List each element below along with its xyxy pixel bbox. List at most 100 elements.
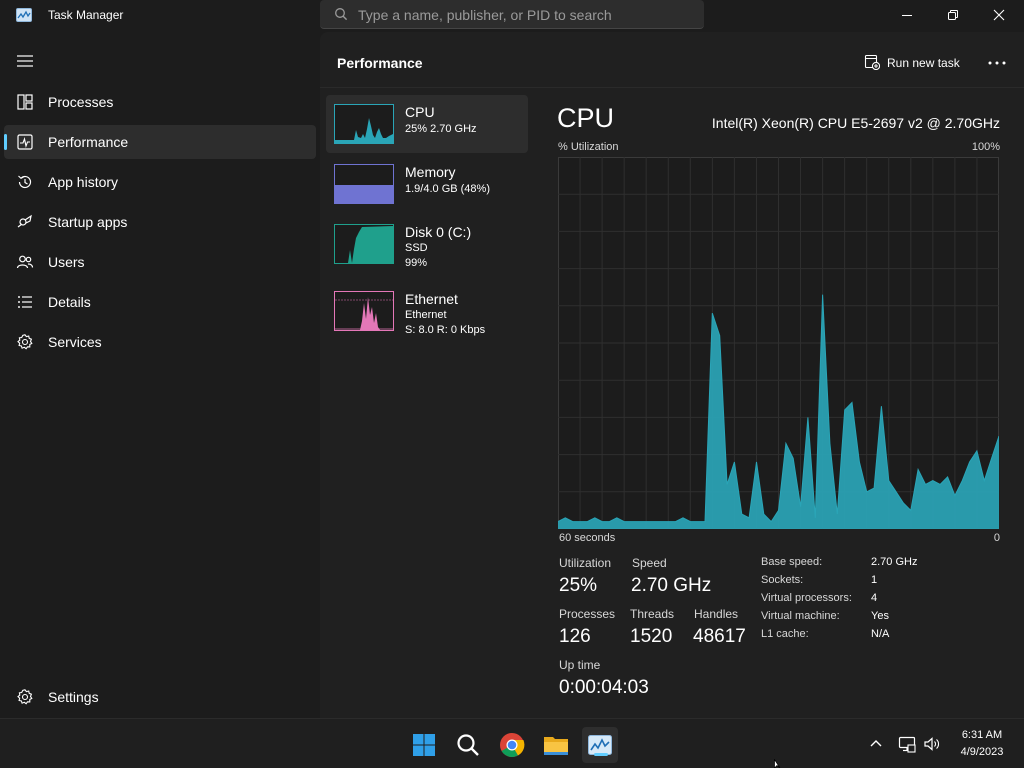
spec-value: 2.70 GHz: [871, 556, 918, 568]
sidebar-item-label: Settings: [48, 689, 99, 705]
performance-icon: [17, 134, 33, 150]
task-manager-taskbar-button[interactable]: [582, 727, 618, 763]
uptime-value: 0:00:04:03: [559, 677, 649, 698]
perf-item-detail: 25% 2.70 GHz: [405, 123, 477, 135]
perf-item-name: Ethernet: [405, 291, 458, 307]
disk-thumbnail-graph: [334, 224, 394, 264]
users-icon: [16, 255, 34, 269]
memory-thumbnail-graph: [334, 164, 394, 204]
perf-item-disk[interactable]: Disk 0 (C:) SSD 99%: [326, 215, 528, 273]
startup-apps-icon: [17, 214, 32, 228]
run-task-label: Run new task: [887, 56, 960, 70]
services-icon: [17, 334, 33, 350]
sidebar-item-label: Startup apps: [48, 214, 128, 230]
chevron-up-icon[interactable]: [867, 735, 885, 753]
search-icon: [335, 8, 348, 21]
restore-icon: [948, 10, 958, 20]
clock-date[interactable]: 4/9/2023: [953, 746, 1011, 758]
perf-item-name: Memory: [405, 164, 456, 180]
page-title: Performance: [337, 55, 423, 71]
details-icon: [18, 296, 32, 308]
chrome-button[interactable]: [494, 727, 530, 763]
ethernet-thumbnail-graph: [334, 291, 394, 331]
cpu-utilization-graph: [558, 157, 999, 529]
run-new-task-button[interactable]: Run new task: [860, 50, 964, 76]
main-content: CPU 25% 2.70 GHz Memory 1.9/4.0 GB (48%)…: [320, 88, 1024, 718]
y-axis-max-label: 100%: [971, 141, 1000, 153]
minimize-icon: [902, 15, 912, 16]
handles-value: 48617: [693, 626, 746, 647]
search-input[interactable]: [358, 4, 688, 25]
clock-time[interactable]: 6:31 AM: [960, 729, 1004, 741]
search-icon: [457, 734, 479, 756]
file-explorer-button[interactable]: [538, 727, 574, 763]
task-manager-icon: [588, 735, 612, 755]
task-manager-app-icon: [16, 8, 32, 22]
speed-label: Speed: [632, 556, 667, 570]
perf-item-memory[interactable]: Memory 1.9/4.0 GB (48%): [326, 155, 528, 213]
file-explorer-icon: [544, 737, 568, 755]
network-icon[interactable]: [898, 735, 916, 753]
active-indicator: [4, 134, 7, 150]
y-axis-label: % Utilization: [558, 141, 619, 153]
mouse-cursor-icon: [774, 759, 781, 768]
run-task-icon: [864, 54, 880, 70]
handles-label: Handles: [694, 607, 739, 621]
sidebar-item-label: Services: [48, 334, 102, 350]
minimize-button[interactable]: [884, 0, 930, 30]
sidebar-item-settings[interactable]: Settings: [4, 680, 316, 714]
sidebar-item-performance[interactable]: Performance: [4, 125, 316, 159]
close-icon: [993, 9, 1005, 21]
processes-label: Processes: [559, 607, 616, 621]
speed-value: 2.70 GHz: [631, 575, 712, 596]
x-axis-start-label: 60 seconds: [559, 532, 616, 544]
spec-value: 1: [871, 574, 878, 586]
title-bar: Task Manager: [0, 0, 1024, 32]
volume-icon[interactable]: [923, 735, 941, 753]
sidebar-item-services[interactable]: Services: [4, 325, 316, 359]
processes-value: 126: [559, 626, 591, 647]
close-button[interactable]: [976, 0, 1022, 30]
more-options-button[interactable]: [982, 50, 1012, 76]
sidebar-item-users[interactable]: Users: [4, 245, 316, 279]
active-app-indicator: [594, 753, 608, 756]
sidebar-item-startup-apps[interactable]: Startup apps: [4, 205, 316, 239]
threads-label: Threads: [630, 607, 675, 621]
spec-value: N/A: [871, 628, 890, 640]
taskbar: 6:31 AM 4/9/2023: [0, 718, 1024, 768]
sidebar-item-app-history[interactable]: App history: [4, 165, 316, 199]
perf-item-ethernet[interactable]: Ethernet Ethernet S: 8.0 R: 0 Kbps: [326, 281, 528, 339]
taskbar-search-button[interactable]: [450, 727, 486, 763]
chrome-icon: [500, 733, 525, 758]
window-title: Task Manager: [48, 8, 124, 22]
utilization-value: 25%: [559, 575, 598, 596]
more-icon: [988, 61, 1006, 65]
threads-value: 1520: [630, 626, 673, 647]
perf-item-detail: 1.9/4.0 GB (48%): [405, 183, 490, 195]
perf-item-detail-2: 99%: [405, 257, 428, 269]
sidebar-item-label: Users: [48, 254, 85, 270]
perf-item-name: CPU: [405, 104, 435, 120]
perf-item-detail: SSD: [405, 242, 428, 254]
spec-key: Virtual machine:: [761, 610, 840, 622]
cpu-model-name: Intel(R) Xeon(R) CPU E5-2697 v2 @ 2.70GH…: [711, 115, 1000, 131]
perf-item-detail: Ethernet: [405, 309, 447, 321]
hamburger-menu-icon[interactable]: [16, 54, 34, 68]
perf-item-detail-2: S: 8.0 R: 0 Kbps: [405, 324, 486, 336]
sidebar-item-label: Details: [48, 294, 91, 310]
spec-key: Virtual processors:: [761, 592, 852, 604]
utilization-label: Utilization: [559, 556, 612, 570]
sidebar-item-details[interactable]: Details: [4, 285, 316, 319]
perf-item-cpu[interactable]: CPU 25% 2.70 GHz: [326, 95, 528, 153]
main-header: Performance Run new task: [320, 32, 1024, 88]
spec-value: Yes: [871, 610, 889, 622]
spec-key: L1 cache:: [761, 628, 809, 640]
sidebar-item-processes[interactable]: Processes: [4, 85, 316, 119]
spec-key: Sockets:: [761, 574, 804, 586]
spec-key: Base speed:: [761, 556, 823, 568]
start-button[interactable]: [406, 727, 442, 763]
restore-button[interactable]: [930, 0, 976, 30]
app-history-icon: [18, 175, 32, 189]
uptime-label: Up time: [559, 658, 601, 672]
x-axis-end-label: 0: [993, 532, 1000, 544]
